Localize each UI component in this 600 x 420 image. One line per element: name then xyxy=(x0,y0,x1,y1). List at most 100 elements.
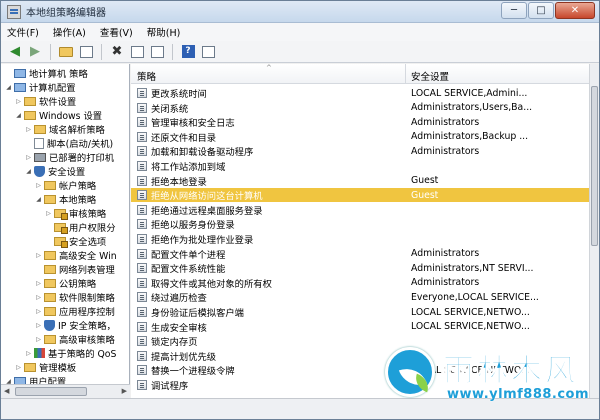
policy-row[interactable]: 配置文件系统性能 Administrators,NT SERVI... xyxy=(131,261,589,275)
policy-row[interactable]: 取得文件或其他对象的所有权 Administrators xyxy=(131,276,589,290)
toolbar-separator xyxy=(50,43,51,60)
up-folder-icon[interactable] xyxy=(58,44,74,60)
column-setting[interactable]: 安全设置 xyxy=(411,69,449,83)
tree-item[interactable]: ▷ 软件限制策略 xyxy=(35,290,115,304)
expand-toggle-icon[interactable]: ◢ xyxy=(5,84,12,91)
tree-item[interactable]: 地计算机 策略 xyxy=(5,66,88,80)
policy-row[interactable]: 更改系统时间 LOCAL SERVICE,Admini... xyxy=(131,86,589,100)
policy-icon xyxy=(137,204,147,215)
folder-icon xyxy=(44,194,56,204)
folder-icon xyxy=(44,278,56,288)
tree-item[interactable]: ◢ 用户配置 xyxy=(5,374,66,384)
folder-icon xyxy=(34,124,46,134)
tree-item[interactable]: ▷ 软件设置 xyxy=(15,94,76,108)
forward-arrow-icon[interactable]: ▶ xyxy=(27,44,43,60)
help-icon[interactable]: ? xyxy=(180,44,196,60)
show-hide-tree-icon[interactable] xyxy=(78,44,94,60)
minimize-button[interactable]: ─ xyxy=(501,2,527,19)
policy-icon xyxy=(137,277,147,288)
expand-toggle-icon[interactable]: ▷ xyxy=(15,364,22,371)
policy-row[interactable]: 绕过遍历检查 Everyone,LOCAL SERVICE... xyxy=(131,290,589,304)
tree-item[interactable]: ▷ IP 安全策略， xyxy=(35,318,116,332)
tree-item[interactable]: ◢ Windows 设置 xyxy=(15,108,102,122)
scroll-thumb[interactable] xyxy=(591,86,598,246)
expand-toggle-icon[interactable] xyxy=(45,238,52,245)
scroll-right-icon[interactable]: ▶ xyxy=(122,387,127,395)
policy-row[interactable]: 拒绝作为批处理作业登录 xyxy=(131,232,589,246)
expand-toggle-icon[interactable]: ▷ xyxy=(35,280,42,287)
expand-toggle-icon[interactable]: ▷ xyxy=(35,252,42,259)
expand-toggle-icon[interactable]: ▷ xyxy=(15,98,22,105)
tree-item[interactable]: ▷ 高级安全 Win xyxy=(35,248,117,262)
computer-icon xyxy=(14,376,26,384)
folder-icon xyxy=(24,362,36,372)
tree-item[interactable]: ▷ 审核策略 xyxy=(45,206,106,220)
export-list-icon[interactable] xyxy=(149,44,165,60)
tree-item-label: Windows 设置 xyxy=(39,111,103,122)
tree-item-label: IP 安全策略， xyxy=(58,321,116,332)
expand-toggle-icon[interactable]: ▷ xyxy=(35,336,42,343)
tree-item[interactable]: ▷ 基于策略的 QoS xyxy=(25,346,116,360)
tree-item[interactable]: ◢ 安全设置 xyxy=(25,164,85,178)
column-policy[interactable]: 策略 xyxy=(137,69,156,83)
menu-file[interactable]: 文件(F) xyxy=(7,25,39,39)
tree-item[interactable]: ▷ 高级审核策略 xyxy=(35,332,115,346)
tree-item[interactable]: ▷ 已部署的打印机 xyxy=(25,150,114,164)
expand-toggle-icon[interactable] xyxy=(25,140,32,147)
policy-name: 绕过遍历检查 xyxy=(151,293,207,305)
policy-row[interactable]: 关闭系统 Administrators,Users,Ba... xyxy=(131,101,589,115)
policy-row[interactable]: 拒绝本地登录 Guest xyxy=(131,174,589,188)
tree-item[interactable]: 脚本(启动/关机) xyxy=(25,136,113,150)
tree-item-label: 用户权限分 xyxy=(69,223,116,234)
expand-toggle-icon[interactable] xyxy=(45,224,52,231)
tree-item[interactable]: ▷ 应用程序控制 xyxy=(35,304,115,318)
tree-item[interactable]: ◢ 本地策略 xyxy=(35,192,96,206)
policy-row[interactable]: 将工作站添加到域 xyxy=(131,159,589,173)
policy-row[interactable]: 拒绝通过远程桌面服务登录 xyxy=(131,203,589,217)
title-bar[interactable]: 本地组策略编辑器 ─ □ ✕ xyxy=(1,1,599,23)
expand-toggle-icon[interactable]: ▷ xyxy=(45,210,52,217)
tree-item[interactable]: 安全选项 xyxy=(45,234,106,248)
tree-item[interactable]: 用户权限分 xyxy=(45,220,116,234)
expand-toggle-icon[interactable]: ◢ xyxy=(15,112,22,119)
expand-toggle-icon[interactable]: ◢ xyxy=(35,196,42,203)
policy-row[interactable]: 身份验证后模拟客户端 LOCAL SERVICE,NETWO... xyxy=(131,305,589,319)
tree-item[interactable]: ▷ 域名解析策略 xyxy=(25,122,105,136)
policy-row[interactable]: 加载和卸载设备驱动程序 Administrators xyxy=(131,144,589,158)
expand-toggle-icon[interactable]: ▷ xyxy=(35,308,42,315)
tree-item[interactable]: ◢ 计算机配置 xyxy=(5,80,76,94)
expand-toggle-icon[interactable]: ▷ xyxy=(35,322,42,329)
tree-item[interactable]: ▷ 管理模板 xyxy=(15,360,76,374)
expand-toggle-icon[interactable]: ▷ xyxy=(35,182,42,189)
console-tree-icon[interactable] xyxy=(200,44,216,60)
menu-action[interactable]: 操作(A) xyxy=(53,25,86,39)
policy-row[interactable]: 管理审核和安全日志 Administrators xyxy=(131,115,589,129)
policy-row[interactable]: 还原文件和目录 Administrators,Backup ... xyxy=(131,130,589,144)
menu-help[interactable]: 帮助(H) xyxy=(147,25,181,39)
close-button[interactable]: ✕ xyxy=(555,2,595,19)
scroll-left-icon[interactable]: ◀ xyxy=(4,387,9,395)
policy-row[interactable]: 生成安全审核 LOCAL SERVICE,NETWO... xyxy=(131,320,589,334)
policy-setting: Administrators,NT SERVI... xyxy=(411,262,534,274)
expand-toggle-icon[interactable]: ◢ xyxy=(25,168,32,175)
tree-item[interactable]: 网络列表管理 xyxy=(35,262,115,276)
menu-view[interactable]: 查看(V) xyxy=(100,25,133,39)
expand-toggle-icon[interactable]: ▷ xyxy=(35,294,42,301)
expand-toggle-icon[interactable]: ▷ xyxy=(25,350,32,357)
expand-toggle-icon[interactable]: ▷ xyxy=(25,126,32,133)
column-divider[interactable] xyxy=(405,64,406,84)
policy-row[interactable]: 拒绝以服务身份登录 xyxy=(131,217,589,231)
properties-icon[interactable] xyxy=(129,44,145,60)
back-arrow-icon[interactable]: ◀ xyxy=(7,44,23,60)
delete-icon[interactable]: ✖ xyxy=(109,44,125,60)
tree-horizontal-scrollbar[interactable]: ◀ ▶ xyxy=(1,384,130,398)
policy-row[interactable]: 配置文件单个进程 Administrators xyxy=(131,247,589,261)
policy-row[interactable]: 拒绝从网络访问这台计算机 Guest xyxy=(131,188,589,203)
expand-toggle-icon[interactable]: ▷ xyxy=(25,154,32,161)
maximize-button[interactable]: □ xyxy=(528,2,554,19)
expand-toggle-icon[interactable] xyxy=(35,266,42,273)
tree-item[interactable]: ▷ 公钥策略 xyxy=(35,276,96,290)
expand-toggle-icon[interactable] xyxy=(5,70,12,77)
scroll-thumb[interactable] xyxy=(15,387,87,396)
tree-item[interactable]: ▷ 帐户策略 xyxy=(35,178,96,192)
